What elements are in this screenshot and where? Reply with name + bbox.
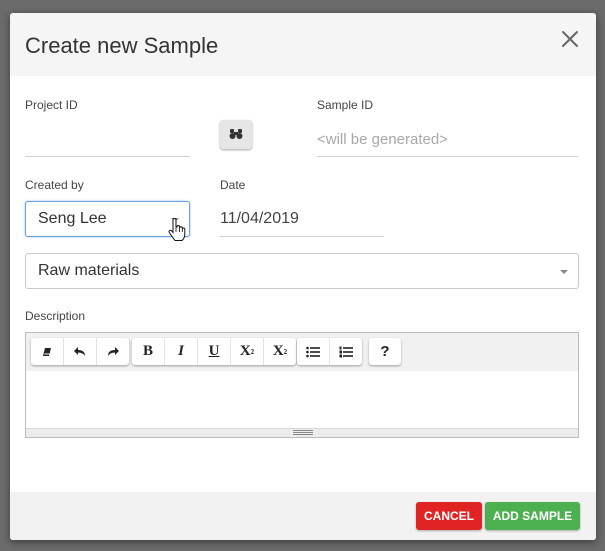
category-value: Raw materials [38, 262, 140, 279]
bullet-list-button[interactable] [297, 338, 329, 365]
dialog-header: Create new Sample [10, 13, 596, 76]
cancel-button[interactable]: CANCEL [416, 502, 482, 530]
close-button[interactable] [560, 29, 580, 49]
project-lookup-button[interactable] [220, 120, 252, 149]
editor-resize-handle[interactable] [26, 428, 578, 437]
undo-button[interactable] [63, 338, 96, 365]
date-input[interactable]: 11/04/2019 [220, 210, 299, 228]
date-label: Date [220, 178, 246, 192]
italic-button[interactable]: I [164, 338, 197, 365]
project-id-underline [25, 156, 190, 157]
created-by-select[interactable]: Seng Lee [25, 201, 190, 237]
grip-icon [293, 430, 313, 435]
superscript-button[interactable]: X2 [230, 338, 263, 365]
binoculars-icon [229, 129, 243, 139]
bullet-list-icon [306, 346, 320, 357]
dialog-footer: CANCEL ADD SAMPLE [10, 492, 596, 540]
toolbar-group-format: B I U X2 X2 [132, 338, 296, 365]
created-by-label: Created by [25, 178, 84, 192]
create-sample-dialog: Create new Sample Project ID Sample ID <… [10, 13, 596, 540]
description-label: Description [25, 309, 86, 323]
hand-pointer-icon [168, 218, 186, 241]
numbered-list-icon [339, 346, 353, 357]
sample-id-input[interactable]: <will be generated> [317, 131, 448, 148]
subscript-button[interactable]: X2 [263, 338, 296, 365]
eraser-button[interactable] [31, 338, 63, 365]
sample-id-label: Sample ID [317, 98, 374, 112]
description-textarea[interactable] [26, 371, 578, 429]
toolbar-group-edit [31, 338, 129, 365]
toolbar-group-lists [297, 338, 362, 365]
toolbar-group-help: ? [369, 338, 401, 365]
redo-icon [108, 346, 119, 356]
redo-button[interactable] [96, 338, 129, 365]
close-icon [562, 31, 578, 47]
undo-icon [74, 346, 85, 356]
editor-toolbar: B I U X2 X2 ? [26, 333, 578, 371]
eraser-icon [43, 347, 51, 356]
add-sample-button[interactable]: ADD SAMPLE [485, 502, 580, 530]
numbered-list-button[interactable] [329, 338, 362, 365]
help-button[interactable]: ? [369, 338, 401, 365]
description-editor: B I U X2 X2 ? [25, 332, 579, 438]
dialog-title: Create new Sample [25, 33, 219, 58]
superscript-glyph: X [239, 343, 251, 359]
superscript-mark: 2 [250, 347, 255, 356]
category-select[interactable]: Raw materials [25, 253, 579, 289]
subscript-mark: 2 [283, 347, 288, 356]
bold-button[interactable]: B [132, 338, 164, 365]
underline-button[interactable]: U [197, 338, 230, 365]
subscript-glyph: X [272, 343, 284, 359]
sample-id-underline [317, 156, 578, 157]
project-id-label: Project ID [25, 98, 78, 112]
date-underline [220, 236, 384, 237]
chevron-down-icon [560, 270, 568, 274]
created-by-value: Seng Lee [38, 210, 107, 227]
